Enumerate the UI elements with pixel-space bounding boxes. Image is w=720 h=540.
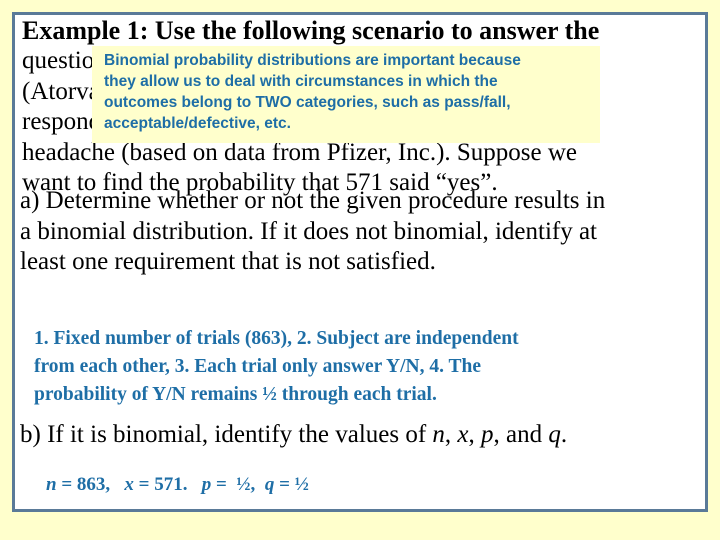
- callout-line: acceptable/defective, etc.: [104, 115, 291, 132]
- question-a-line: a) Determine whether or not the given pr…: [20, 187, 606, 214]
- question-b-suffix: .: [560, 421, 568, 448]
- callout-line: Binomial probability distributions are i…: [104, 52, 521, 69]
- question-b: b) If it is binomial, identify the value…: [20, 420, 700, 450]
- answer-x-label: x: [124, 474, 134, 495]
- var-q: q: [548, 421, 561, 448]
- separator: ,: [468, 421, 482, 448]
- question-a: a) Determine whether or not the given pr…: [20, 186, 700, 278]
- answer-p-label: p: [201, 474, 212, 495]
- answer-x-value: = 571.: [133, 474, 202, 495]
- answer-a-line: from each other, 3. Each trial only answ…: [34, 356, 482, 377]
- var-x: x: [457, 421, 469, 448]
- answer-q-label: q: [264, 474, 275, 495]
- answer-a-line: 1. Fixed number of trials (863), 2. Subj…: [34, 328, 519, 349]
- answer-b: n = 863, x = 571. p = ½, q = ½: [46, 473, 309, 497]
- question-a-line: a binomial distribution. If it does not …: [20, 217, 598, 245]
- separator: ,: [444, 421, 458, 448]
- example-title: Example 1: Use the following scenario to…: [22, 16, 600, 45]
- separator: , and: [493, 421, 549, 448]
- var-n: n: [432, 421, 445, 448]
- question-b-prefix: b) If it is binomial, identify the value…: [20, 421, 433, 448]
- question-a-line: least one requirement that is not satisf…: [20, 248, 436, 275]
- watermark-logo: [650, 516, 710, 538]
- answer-n-label: n: [46, 474, 57, 495]
- answer-a-line: probability of Y/N remains ½ through eac…: [34, 384, 437, 405]
- answer-p-value: = ½,: [211, 474, 265, 495]
- callout-line: they allow us to deal with circumstances…: [104, 73, 498, 90]
- answer-q-value: = ½: [274, 474, 309, 495]
- var-p: p: [481, 421, 494, 448]
- binomial-note-callout: Binomial probability distributions are i…: [92, 46, 600, 143]
- answer-a: 1. Fixed number of trials (863), 2. Subj…: [34, 325, 674, 409]
- answer-n-value: = 863,: [56, 474, 125, 495]
- callout-line: outcomes belong to TWO categories, such …: [104, 94, 511, 111]
